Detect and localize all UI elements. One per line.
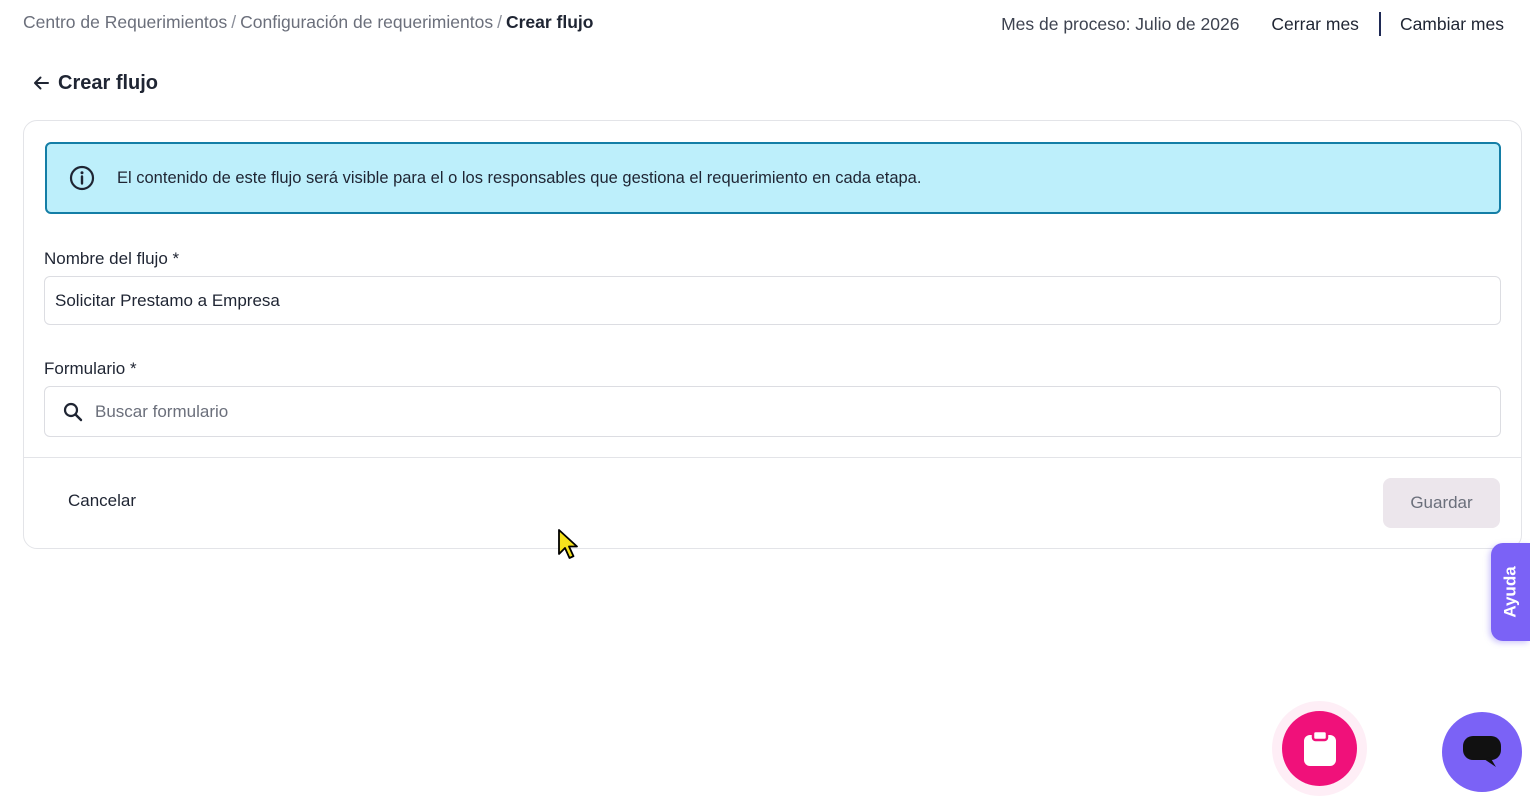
breadcrumb-item-configuracion[interactable]: Configuración de requerimientos	[240, 12, 493, 32]
chat-fab-button[interactable]	[1442, 712, 1522, 792]
help-tab-label: Ayuda	[1500, 566, 1520, 618]
form-search-field-wrapper	[44, 386, 1501, 437]
info-alert: El contenido de este flujo será visible …	[45, 142, 1501, 214]
top-bar: Centro de Requerimientos / Configuración d…	[0, 0, 1530, 46]
change-month-link[interactable]: Cambiar mes	[1400, 14, 1504, 35]
save-button[interactable]: Guardar	[1383, 478, 1500, 528]
header-divider	[1378, 12, 1381, 36]
card-divider	[24, 457, 1521, 458]
help-tab[interactable]: Ayuda	[1491, 543, 1530, 641]
page-title: Crear flujo	[58, 71, 159, 94]
flow-name-input[interactable]	[45, 277, 1500, 324]
clipboard-fab-button[interactable]	[1282, 711, 1357, 786]
header-actions: Mes de proceso: Julio de 2026 Cerrar mes…	[1001, 12, 1504, 36]
breadcrumb-separator: /	[497, 12, 502, 32]
clipboard-icon	[1303, 729, 1336, 766]
info-icon	[69, 165, 95, 191]
arrow-left-icon	[34, 76, 49, 90]
breadcrumb-item-centro[interactable]: Centro de Requerimientos	[23, 12, 227, 32]
flow-name-label: Nombre del flujo *	[44, 249, 180, 268]
create-flow-card: El contenido de este flujo será visible …	[23, 120, 1522, 549]
form-search-input[interactable]	[95, 387, 1500, 436]
alert-message: El contenido de este flujo será visible …	[117, 168, 922, 187]
chat-icon	[1463, 736, 1501, 767]
close-month-link[interactable]: Cerrar mes	[1271, 14, 1359, 35]
page-header: Crear flujo	[30, 70, 158, 96]
cancel-button[interactable]: Cancelar	[68, 491, 136, 511]
back-button[interactable]	[30, 70, 52, 96]
breadcrumb-separator: /	[231, 12, 237, 32]
flow-name-field-wrapper	[44, 276, 1501, 325]
breadcrumb: Centro de Requerimientos / Configuración d…	[23, 12, 593, 33]
breadcrumb-current: Crear flujo	[505, 12, 594, 32]
process-month-label: Mes de proceso: Julio de 2026	[1001, 13, 1240, 34]
mouse-cursor-icon	[558, 529, 578, 559]
form-label: Formulario *	[44, 359, 137, 378]
search-icon	[63, 402, 83, 422]
